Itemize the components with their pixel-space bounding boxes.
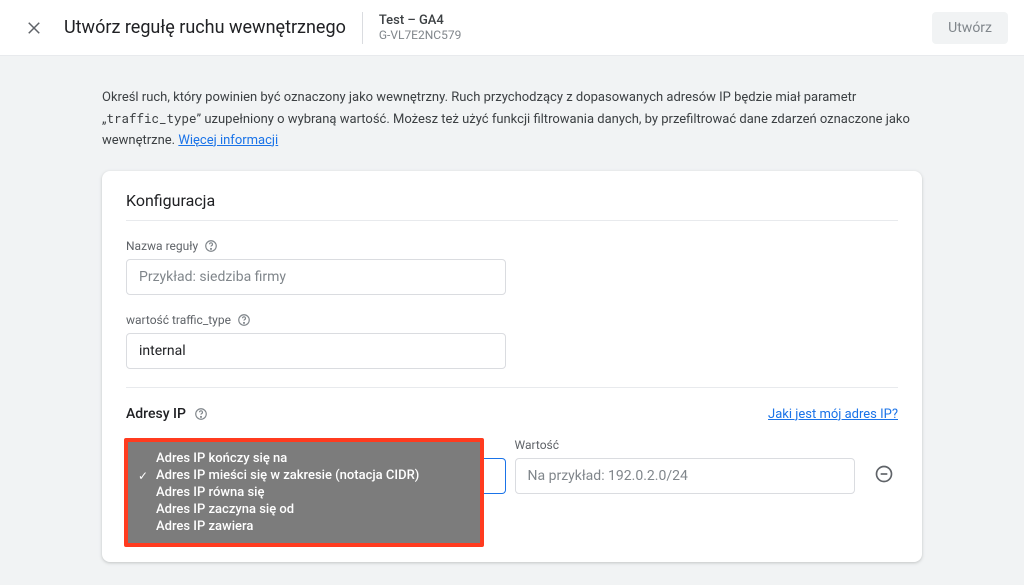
ip-value-input[interactable] [515,458,855,494]
ip-section-title-text: Adresy IP [126,406,186,422]
dialog-title: Utwórz regułę ruchu wewnętrznego [64,17,346,38]
close-icon [25,19,43,37]
dialog-header: Utwórz regułę ruchu wewnętrznego Test – … [0,0,1024,56]
ip-condition-row: Adres IP kończy się naAdres IP mieści si… [126,438,898,538]
divider [126,220,898,221]
property-id: G-VL7E2NC579 [379,28,462,42]
property-name: Test – GA4 [379,13,462,29]
close-button[interactable] [16,10,52,46]
rule-name-label-text: Nazwa reguły [126,239,198,253]
traffic-type-field: wartość traffic_type [126,313,898,369]
header-divider [362,12,363,44]
remove-condition-button[interactable] [871,460,898,488]
match-type-option[interactable]: Adres IP zawiera [128,518,480,535]
traffic-type-label: wartość traffic_type [126,313,898,327]
rule-name-label: Nazwa reguły [126,239,898,253]
card-title: Konfiguracja [126,191,898,210]
create-button[interactable]: Utwórz [932,12,1008,44]
learn-more-link[interactable]: Więcej informacji [178,133,278,148]
property-info: Test – GA4 G-VL7E2NC579 [379,13,462,43]
intro-text: Określ ruch, który powinien być oznaczon… [102,88,922,151]
match-type-option[interactable]: Adres IP kończy się na [128,450,480,467]
ip-section-title: Adresy IP [126,406,208,422]
ip-section-header: Adresy IP Jaki jest mój adres IP? [126,406,898,422]
match-type-select-edge [484,458,506,494]
intro-code: traffic_type [106,111,196,127]
match-type-option[interactable]: Adres IP równa się [128,484,480,501]
divider [126,387,898,388]
help-icon[interactable] [237,313,251,327]
match-type-option[interactable]: Adres IP zaczyna się od [128,501,480,518]
ip-value-cell: Wartość [515,438,855,494]
remove-icon [874,464,894,484]
help-icon[interactable] [204,239,218,253]
ip-value-label: Wartość [515,438,855,452]
rule-name-input[interactable] [126,259,506,295]
help-icon[interactable] [194,407,208,421]
match-type-option[interactable]: Adres IP mieści się w zakresie (notacja … [128,467,480,484]
config-card: Konfiguracja Nazwa reguły wartość traffi… [102,171,922,562]
traffic-type-input[interactable] [126,333,506,369]
match-type-dropdown[interactable]: Adres IP kończy się naAdres IP mieści si… [124,438,484,547]
traffic-type-label-text: wartość traffic_type [126,313,231,327]
match-type-cell: Adres IP kończy się naAdres IP mieści si… [126,438,499,538]
rule-name-field: Nazwa reguły [126,239,898,295]
my-ip-link[interactable]: Jaki jest mój adres IP? [768,407,898,422]
dialog-body: Określ ruch, który powinien być oznaczon… [0,56,1024,562]
